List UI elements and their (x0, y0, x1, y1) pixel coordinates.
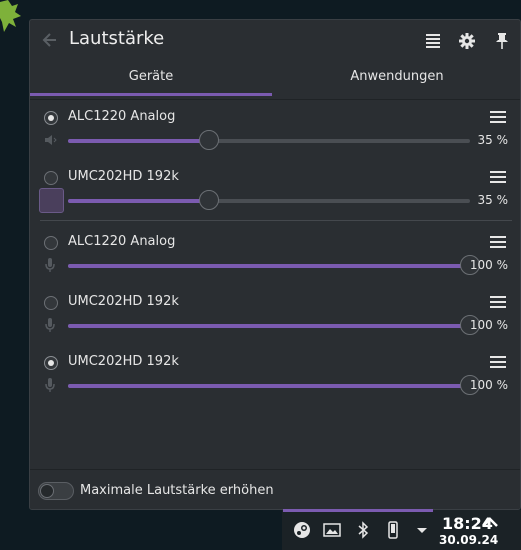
microphone-icon[interactable] (43, 257, 57, 273)
back-arrow-icon[interactable] (40, 30, 60, 50)
tab-bar: Geräte Anwendungen (30, 66, 520, 96)
settings-gear-icon[interactable] (457, 31, 477, 51)
tray-expand-arrow-icon[interactable] (412, 520, 432, 540)
popup-footer: Maximale Lautstärke erhöhen (30, 469, 520, 509)
default-device-radio[interactable] (44, 171, 58, 185)
device-name: ALC1220 Analog (68, 109, 176, 124)
default-device-radio[interactable] (44, 236, 58, 250)
default-device-radio[interactable] (44, 111, 58, 125)
tab-geraete[interactable]: Geräte (30, 66, 272, 96)
device-name: ALC1220 Analog (68, 234, 176, 249)
default-device-radio[interactable] (44, 356, 58, 370)
clock-date: 30.09.24 (439, 533, 499, 547)
device-name: UMC202HD 192k (68, 294, 179, 309)
volume-fill (68, 384, 470, 388)
device-name: UMC202HD 192k (68, 354, 179, 369)
volume-slider[interactable] (68, 315, 480, 335)
hamburger-menu-icon[interactable] (490, 111, 506, 125)
popup-header: Lautstärke (30, 20, 520, 62)
hamburger-menu-icon[interactable] (490, 236, 506, 250)
raise-max-volume-toggle[interactable] (38, 482, 74, 500)
output-device-row: ALC1220 Analog 35 % (30, 103, 520, 163)
list-view-icon[interactable] (423, 31, 443, 51)
raise-max-volume-label: Maximale Lautstärke erhöhen (80, 483, 274, 498)
volume-slider-handle[interactable] (199, 190, 219, 210)
volume-percentage: 100 % (469, 378, 508, 392)
steam-icon[interactable] (292, 520, 312, 540)
output-device-row: UMC202HD 192k 35 % (30, 163, 520, 223)
volume-slider-handle[interactable] (199, 130, 219, 150)
mute-toggle-button[interactable] (39, 188, 64, 213)
input-device-row: UMC202HD 192k 100 % (30, 288, 520, 348)
image-viewer-icon[interactable] (322, 520, 342, 540)
pin-icon[interactable] (492, 31, 512, 51)
volume-slider[interactable] (68, 375, 480, 395)
volume-percentage: 100 % (469, 258, 508, 272)
volume-fill (68, 199, 209, 203)
phone-connect-icon[interactable] (383, 520, 403, 540)
volume-percentage: 35 % (477, 133, 509, 147)
default-device-radio[interactable] (44, 296, 58, 310)
volume-fill (68, 264, 470, 268)
hamburger-menu-icon[interactable] (490, 171, 506, 185)
microphone-icon[interactable] (43, 317, 57, 333)
volume-slider[interactable] (68, 255, 480, 275)
bluetooth-icon[interactable] (353, 520, 373, 540)
device-name: UMC202HD 192k (68, 169, 179, 184)
volume-popup: Lautstärke Geräte Anwendungen ALC1220 An… (29, 19, 521, 510)
volume-slider[interactable] (68, 190, 470, 210)
speaker-muted-icon[interactable] (43, 132, 57, 148)
desktop-leaf-icon (0, 0, 21, 32)
hamburger-menu-icon[interactable] (490, 296, 506, 310)
volume-fill (68, 324, 470, 328)
volume-percentage: 35 % (477, 193, 509, 207)
device-list: ALC1220 Analog 35 % UMC202HD 192k 35 % A… (30, 100, 520, 470)
volume-slider[interactable] (68, 130, 470, 150)
tab-anwendungen[interactable]: Anwendungen (272, 66, 520, 96)
input-device-row: UMC202HD 192k 100 % (30, 348, 520, 408)
tray-active-indicator (283, 509, 433, 512)
hamburger-menu-icon[interactable] (490, 356, 506, 370)
volume-percentage: 100 % (469, 318, 508, 332)
section-divider (40, 220, 512, 221)
input-device-row: ALC1220 Analog 100 % (30, 228, 520, 288)
volume-fill (68, 139, 209, 143)
microphone-icon[interactable] (43, 377, 57, 393)
page-title: Lautstärke (69, 28, 165, 49)
show-panel-chevron-up-icon[interactable] (481, 514, 499, 528)
